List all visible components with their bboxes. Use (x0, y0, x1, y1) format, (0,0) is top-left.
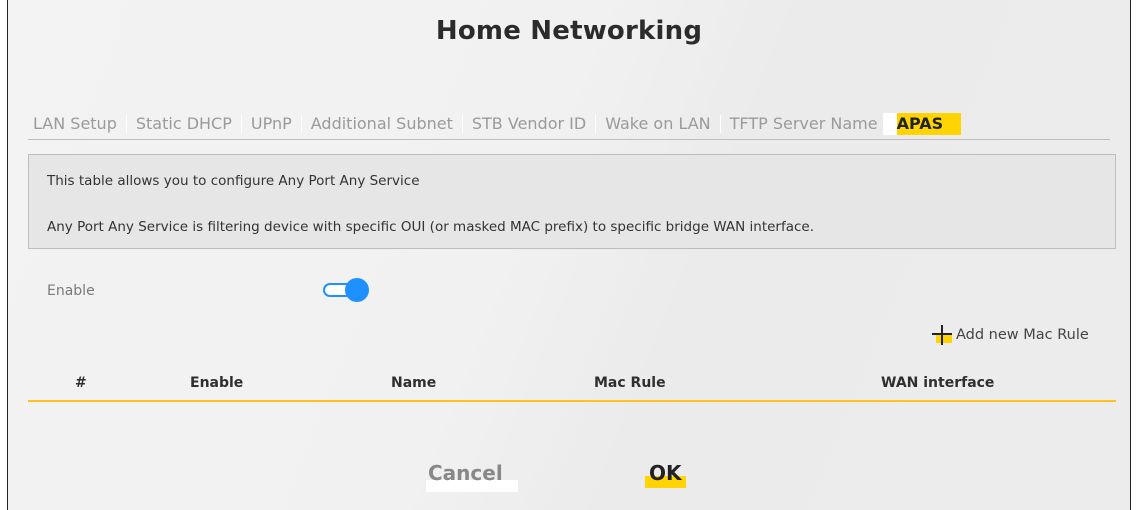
tab-apas[interactable]: APAS (882, 113, 962, 135)
table-header: # Enable Name Mac Rule WAN interface (28, 372, 1116, 402)
add-mac-rule-button[interactable]: Add new Mac Rule (932, 325, 1089, 345)
tab-static-dhcp[interactable]: Static DHCP (131, 113, 237, 135)
tab-separator (300, 115, 302, 133)
column-header-enable: Enable (190, 375, 244, 391)
column-header-index: # (75, 375, 87, 391)
column-header-name: Name (391, 375, 437, 391)
tab-separator (240, 115, 242, 133)
tab-stb-vendor-id[interactable]: STB Vendor ID (467, 113, 591, 135)
ok-button[interactable]: OK (645, 460, 686, 488)
tab-additional-subnet[interactable]: Additional Subnet (306, 113, 458, 135)
tab-bar: LAN Setup Static DHCP UPnP Additional Su… (28, 113, 1110, 140)
info-box: This table allows you to configure Any P… (28, 154, 1116, 249)
tab-upnp[interactable]: UPnP (246, 113, 297, 135)
enable-toggle[interactable] (321, 277, 369, 303)
tab-tftp-server-name[interactable]: TFTP Server Name (725, 113, 883, 135)
tab-lan-setup[interactable]: LAN Setup (28, 113, 122, 135)
tab-separator (595, 115, 597, 133)
plus-icon (932, 325, 952, 345)
main-panel: Home Networking LAN Setup Static DHCP UP… (7, 0, 1131, 510)
info-detail: Any Port Any Service is filtering device… (47, 219, 815, 235)
cancel-button[interactable]: Cancel (426, 460, 518, 492)
page-title: Home Networking (435, 16, 703, 46)
column-header-mac-rule: Mac Rule (594, 375, 666, 391)
enable-label: Enable (47, 283, 95, 299)
tab-wake-on-lan[interactable]: Wake on LAN (600, 113, 715, 135)
tab-separator (125, 115, 127, 133)
toggle-knob (345, 278, 369, 302)
column-header-wan-interface: WAN interface (881, 375, 995, 391)
tab-separator (719, 115, 721, 133)
info-description: This table allows you to configure Any P… (47, 173, 420, 189)
tab-separator (461, 115, 463, 133)
add-mac-rule-label: Add new Mac Rule (956, 327, 1089, 343)
